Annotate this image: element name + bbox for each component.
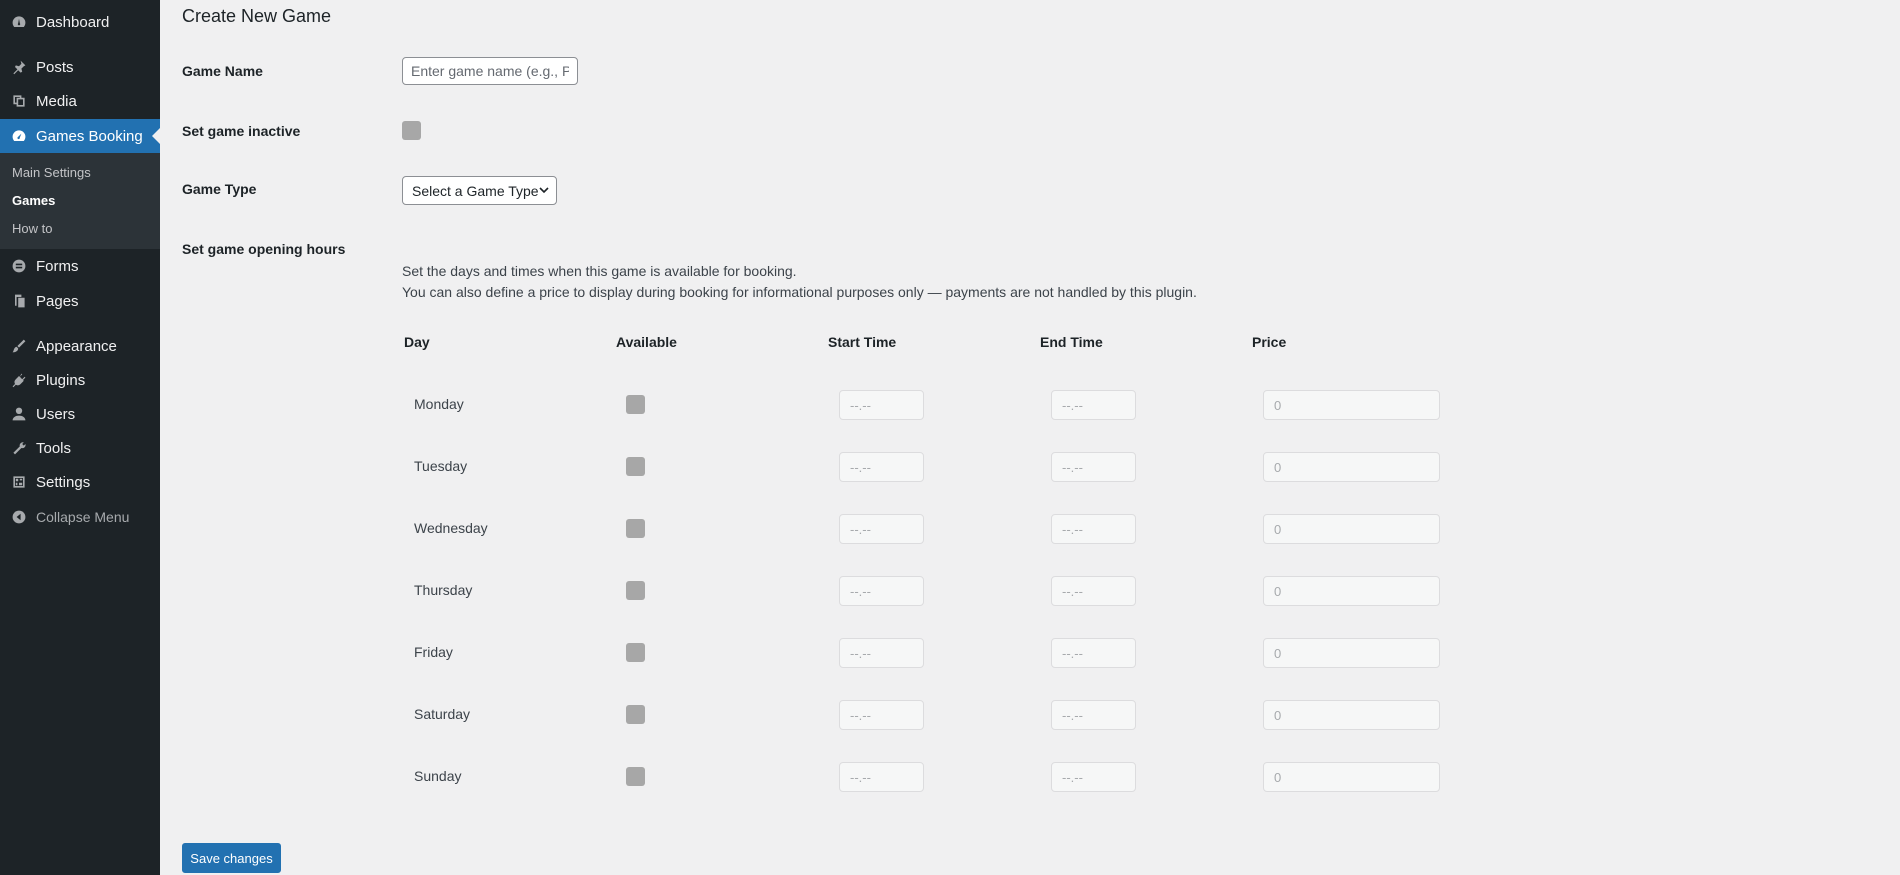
opening-hours-description: Set the days and times when this game is… bbox=[402, 263, 797, 279]
chevron-down-icon bbox=[539, 187, 549, 194]
sidebar-submenu: Main Settings Games How to bbox=[0, 153, 160, 249]
page-title: Create New Game bbox=[182, 6, 332, 26]
start-time-input[interactable]: --.-- bbox=[839, 638, 924, 668]
start-time-input[interactable]: --.-- bbox=[839, 762, 924, 792]
collapse-menu-label: Collapse Menu bbox=[36, 509, 130, 525]
sidebar-item-label: Settings bbox=[36, 473, 91, 491]
dashboard-icon bbox=[10, 13, 28, 31]
sidebar-item-label: Plugins bbox=[36, 371, 86, 389]
sidebar-item-users[interactable]: Users bbox=[0, 397, 160, 431]
sidebar-item-label: Dashboard bbox=[36, 13, 110, 31]
game-type-select[interactable]: Select a Game Type bbox=[402, 176, 557, 205]
available-checkbox[interactable] bbox=[626, 767, 645, 786]
submenu-item-games[interactable]: Games bbox=[12, 193, 55, 208]
day-name: Monday bbox=[414, 396, 464, 412]
available-checkbox[interactable] bbox=[626, 581, 645, 600]
sidebar-item-settings[interactable]: Settings bbox=[0, 465, 160, 499]
start-time-input[interactable]: --.-- bbox=[839, 700, 924, 730]
available-checkbox[interactable] bbox=[626, 643, 645, 662]
sidebar-item-forms[interactable]: Forms bbox=[0, 249, 160, 283]
start-time-input[interactable]: --.-- bbox=[839, 514, 924, 544]
wrench-icon bbox=[10, 439, 28, 457]
sidebar-item-games-booking[interactable]: Games Booking bbox=[0, 119, 160, 153]
price-input[interactable]: 0 bbox=[1263, 576, 1440, 606]
gauge-icon bbox=[10, 127, 28, 145]
game-name-label: Game Name bbox=[182, 63, 263, 79]
price-input[interactable]: 0 bbox=[1263, 514, 1440, 544]
available-checkbox[interactable] bbox=[626, 705, 645, 724]
sidebar-item-label: Tools bbox=[36, 439, 72, 457]
game-name-input[interactable] bbox=[402, 57, 578, 85]
available-checkbox[interactable] bbox=[626, 519, 645, 538]
sidebar-item-plugins[interactable]: Plugins bbox=[0, 363, 160, 397]
plugin-icon bbox=[10, 371, 28, 389]
day-name: Tuesday bbox=[414, 458, 468, 474]
collapse-menu-button[interactable]: Collapse Menu bbox=[0, 500, 160, 534]
user-icon bbox=[10, 405, 28, 423]
inactive-label: Set game inactive bbox=[182, 123, 301, 139]
game-type-value: Select a Game Type bbox=[412, 182, 539, 199]
sidebar-item-label: Media bbox=[36, 92, 77, 110]
day-name: Sunday bbox=[414, 768, 462, 784]
sidebar-item-label: Users bbox=[36, 405, 76, 423]
column-header-start-time: Start Time bbox=[828, 334, 897, 350]
available-checkbox[interactable] bbox=[626, 395, 645, 414]
sidebar-item-posts[interactable]: Posts bbox=[0, 50, 160, 84]
sidebar-item-dashboard[interactable]: Dashboard bbox=[0, 5, 160, 39]
media-icon bbox=[10, 92, 28, 110]
end-time-input[interactable]: --.-- bbox=[1051, 762, 1136, 792]
inactive-checkbox[interactable] bbox=[402, 121, 421, 140]
submenu-item-main-settings[interactable]: Main Settings bbox=[12, 165, 91, 180]
sidebar-item-tools[interactable]: Tools bbox=[0, 431, 160, 465]
forms-icon bbox=[10, 257, 28, 275]
sidebar-item-label: Forms bbox=[36, 257, 79, 275]
save-changes-button[interactable]: Save changes bbox=[182, 843, 281, 873]
start-time-input[interactable]: --.-- bbox=[839, 452, 924, 482]
start-time-input[interactable]: --.-- bbox=[839, 390, 924, 420]
sidebar-item-media[interactable]: Media bbox=[0, 84, 160, 118]
sidebar-item-label: Appearance bbox=[36, 337, 117, 355]
admin-sidebar: Dashboard Posts Media Games Booking Main… bbox=[0, 0, 160, 875]
end-time-input[interactable]: --.-- bbox=[1051, 576, 1136, 606]
column-header-price: Price bbox=[1252, 334, 1287, 350]
day-name: Thursday bbox=[414, 582, 473, 598]
end-time-input[interactable]: --.-- bbox=[1051, 638, 1136, 668]
settings-icon bbox=[10, 473, 28, 491]
day-name: Friday bbox=[414, 644, 453, 660]
column-header-available: Available bbox=[616, 334, 677, 350]
sidebar-item-pages[interactable]: Pages bbox=[0, 284, 160, 318]
game-type-label: Game Type bbox=[182, 181, 257, 197]
opening-hours-label: Set game opening hours bbox=[182, 241, 346, 257]
sidebar-item-label: Games Booking bbox=[36, 127, 143, 145]
day-name: Saturday bbox=[414, 706, 471, 722]
available-checkbox[interactable] bbox=[626, 457, 645, 476]
end-time-input[interactable]: --.-- bbox=[1051, 700, 1136, 730]
collapse-icon bbox=[10, 508, 28, 526]
price-input[interactable]: 0 bbox=[1263, 390, 1440, 420]
price-input[interactable]: 0 bbox=[1263, 762, 1440, 792]
sidebar-item-appearance[interactable]: Appearance bbox=[0, 329, 160, 363]
price-input[interactable]: 0 bbox=[1263, 638, 1440, 668]
submenu-item-how-to[interactable]: How to bbox=[12, 221, 52, 236]
price-input[interactable]: 0 bbox=[1263, 452, 1440, 482]
price-input[interactable]: 0 bbox=[1263, 700, 1440, 730]
brush-icon bbox=[10, 337, 28, 355]
sidebar-item-label: Posts bbox=[36, 58, 74, 76]
start-time-input[interactable]: --.-- bbox=[839, 576, 924, 606]
column-header-end-time: End Time bbox=[1040, 334, 1103, 350]
pin-icon bbox=[10, 58, 28, 76]
end-time-input[interactable]: --.-- bbox=[1051, 514, 1136, 544]
end-time-input[interactable]: --.-- bbox=[1051, 390, 1136, 420]
end-time-input[interactable]: --.-- bbox=[1051, 452, 1136, 482]
pages-icon bbox=[10, 292, 28, 310]
day-name: Wednesday bbox=[414, 520, 488, 536]
sidebar-item-label: Pages bbox=[36, 292, 79, 310]
price-description: You can also define a price to display d… bbox=[402, 284, 1197, 300]
column-header-day: Day bbox=[404, 334, 430, 350]
